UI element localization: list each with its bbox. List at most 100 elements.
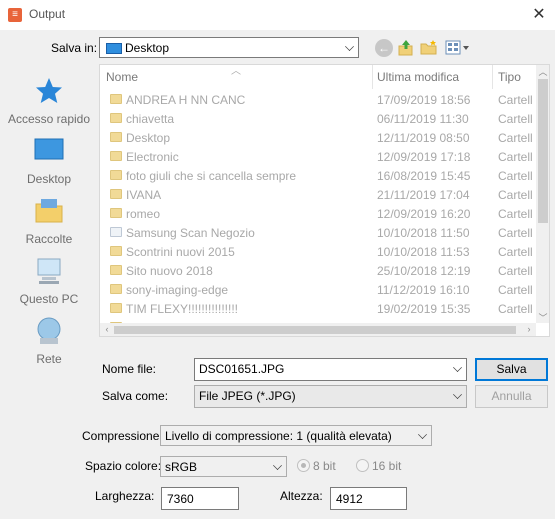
type-cell: Cartell — [498, 169, 533, 183]
height-label: Altezza: — [280, 489, 323, 503]
file-name-cell: romeo — [126, 207, 161, 221]
save-type-label: Salva come: — [99, 385, 190, 408]
date-modified-cell: 11/12/2019 16:10 — [377, 283, 470, 297]
place-quick-access[interactable]: Accesso rapido — [3, 76, 95, 126]
color-space-label: Spazio colore: — [85, 459, 162, 473]
date-modified-cell: 10/10/2018 11:50 — [377, 226, 470, 240]
color-space-dropdown[interactable]: sRGB — [160, 456, 287, 477]
file-name-cell: Scontrini nuovi 2015 — [126, 245, 235, 259]
place-label: Accesso rapido — [7, 112, 91, 126]
file-name-value: DSC01651.JPG — [199, 362, 285, 376]
horizontal-scrollbar[interactable]: ‹ › — [100, 323, 536, 336]
scroll-down-icon[interactable]: ﹀ — [536, 311, 549, 324]
save-type-dropdown[interactable]: File JPEG (*.JPG) — [194, 385, 467, 408]
output-app-icon: ≡ — [8, 8, 22, 22]
scroll-up-icon[interactable]: ︿ — [536, 65, 549, 78]
file-list-row[interactable]: ANDREA H NN CANC 17/09/2019 18:56 Cartell — [100, 90, 536, 109]
type-cell: Cartell — [498, 283, 533, 297]
folder-icon — [110, 246, 122, 256]
cancel-button[interactable]: Annulla — [475, 385, 548, 408]
date-modified-cell: 10/10/2018 11:53 — [377, 245, 470, 259]
chevron-down-icon[interactable] — [453, 363, 462, 372]
file-list-row[interactable]: Samsung Scan Negozio 10/10/2018 11:50 Cart… — [100, 223, 536, 242]
type-cell: Cartell — [498, 245, 533, 259]
file-name-label: Nome file: — [99, 358, 190, 381]
file-list-row[interactable]: sony-imaging-edge 11/12/2019 16:10 Cartell — [100, 280, 536, 299]
sort-ascending-icon: ︿ — [231, 66, 241, 77]
folder-icon — [110, 208, 122, 218]
close-icon[interactable]: ✕ — [528, 4, 550, 26]
date-modified-cell: 06/11/2019 11:30 — [377, 112, 469, 126]
width-input[interactable]: 7360 — [161, 487, 239, 510]
place-label: Questo PC — [19, 292, 79, 306]
file-list-row[interactable]: IVANA 21/11/2019 17:04 Cartell — [100, 185, 536, 204]
date-modified-cell: 19/02/2019 15:35 — [377, 302, 471, 316]
file-name-cell: IVANA — [126, 188, 162, 202]
date-modified-cell: 25/10/2018 12:19 — [377, 264, 471, 278]
chevron-down-icon — [453, 390, 462, 399]
libraries-icon — [34, 196, 64, 226]
horizontal-scroll-thumb[interactable] — [114, 326, 516, 334]
save-in-value: Desktop — [125, 41, 170, 55]
new-folder-icon[interactable] — [420, 39, 438, 57]
vertical-scroll-thumb[interactable] — [538, 79, 548, 223]
column-header-date[interactable]: Ultima modifica — [377, 70, 459, 84]
width-label: Larghezza: — [95, 489, 155, 503]
file-list[interactable]: ︿ Nome Ultima modifica Tipo ANDREA H NN … — [99, 64, 550, 337]
compression-dropdown[interactable]: Livello di compressione: 1 (qualità elev… — [160, 425, 432, 446]
column-divider[interactable] — [492, 65, 493, 89]
color-space-value: sRGB — [165, 460, 198, 474]
type-cell: Cartell — [498, 188, 533, 202]
chevron-down-icon — [273, 461, 282, 470]
column-divider[interactable] — [372, 65, 373, 89]
place-network[interactable]: Rete — [3, 316, 95, 366]
file-name-cell: TIM FLEXY!!!!!!!!!!!!!!! — [126, 302, 239, 316]
scroll-left-icon[interactable]: ‹ — [100, 324, 114, 334]
save-in-dropdown[interactable]: Desktop — [99, 37, 359, 58]
type-cell: Cartell — [498, 264, 533, 278]
file-list-row[interactable]: Desktop 12/11/2019 08:50 Cartell — [100, 128, 536, 147]
file-list-row[interactable]: chiavetta 06/11/2019 11:30 Cartell — [100, 109, 536, 128]
file-name-cell: foto giuli che si cancella sempre — [126, 169, 297, 183]
file-list-row[interactable]: Scontrini nuovi 2015 10/10/2018 11:53 Cart… — [100, 242, 536, 261]
vertical-scrollbar[interactable]: ︿ ﹀ — [536, 65, 549, 324]
compression-label: Compressione: — [82, 429, 163, 443]
bit-depth-8-radio[interactable] — [297, 459, 310, 472]
file-list-row[interactable]: Electronic 12/09/2019 17:18 Cartell — [100, 147, 536, 166]
save-button[interactable]: Salva — [475, 358, 548, 381]
place-label: Rete — [36, 352, 62, 366]
up-folder-icon[interactable] — [397, 39, 415, 57]
folder-icon — [110, 189, 122, 199]
place-this-pc[interactable]: Questo PC — [3, 256, 95, 306]
type-cell: Cartell — [498, 112, 533, 126]
folder-icon — [110, 151, 122, 161]
scroll-right-icon[interactable]: › — [522, 324, 536, 334]
place-label: Raccolte — [25, 232, 73, 246]
type-cell: Cartell — [498, 207, 533, 221]
file-list-row[interactable]: foto giuli che si cancella sempre 16/08/2… — [100, 166, 536, 185]
folder-icon — [110, 284, 122, 294]
height-input[interactable]: 4912 — [330, 487, 407, 510]
file-name-cell: sony-imaging-edge — [126, 283, 229, 297]
column-header-name[interactable]: Nome — [106, 70, 138, 84]
computer-icon — [34, 256, 64, 286]
folder-icon — [110, 132, 122, 142]
place-label: Desktop — [26, 172, 72, 186]
file-name-cell: Electronic — [126, 150, 179, 164]
file-list-row[interactable]: romeo 12/09/2019 16:20 Cartell — [100, 204, 536, 223]
column-header-type[interactable]: Tipo — [498, 70, 521, 84]
file-name-input[interactable]: DSC01651.JPG — [194, 358, 467, 381]
place-desktop[interactable]: Desktop — [3, 136, 95, 186]
place-libraries[interactable]: Raccolte — [3, 196, 95, 246]
file-list-row[interactable]: TIM FLEXY!!!!!!!!!!!!!!! 19/02/2019 15:35… — [100, 299, 536, 318]
back-arrow-icon[interactable]: ← — [375, 39, 393, 57]
star-icon — [34, 76, 64, 106]
bit-depth-16-radio[interactable] — [356, 459, 369, 472]
file-name-cell: Samsung Scan Negozio — [126, 226, 255, 240]
file-name-cell: chiavetta — [126, 112, 175, 126]
date-modified-cell: 16/08/2019 15:45 — [377, 169, 471, 183]
file-list-row[interactable]: Sito nuovo 2018 25/10/2018 12:19 Cartell — [100, 261, 536, 280]
type-cell: Cartell — [498, 302, 533, 316]
view-menu-icon[interactable] — [445, 39, 471, 57]
date-modified-cell: 12/09/2019 17:18 — [377, 150, 471, 164]
